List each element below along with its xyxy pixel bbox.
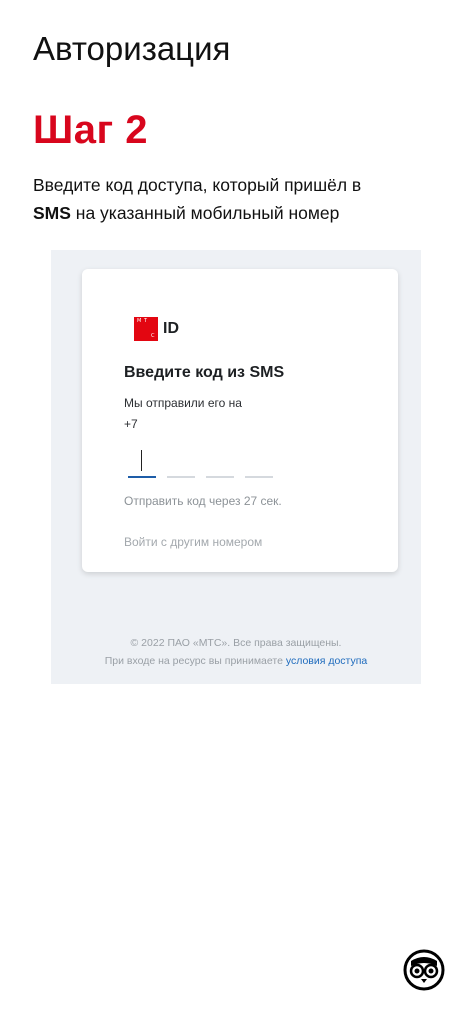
mts-letter-m: М	[137, 318, 142, 324]
code-digit-2[interactable]	[167, 444, 195, 478]
footer-terms-prefix: При входе на ресурс вы принимаете	[104, 655, 286, 667]
step-description-part2: на указанный мобильный номер	[70, 203, 340, 223]
sms-code-card: М Т С ID Введите код из SMS Мы отправили…	[82, 269, 398, 572]
footer-copyright: © 2022 ПАО «МТС». Все права защищены.	[130, 637, 342, 649]
card-heading: Введите код из SMS	[124, 364, 285, 381]
terms-link[interactable]: условия доступа	[286, 655, 367, 667]
step-description: Введите код доступа, который пришёл в SM…	[33, 171, 453, 227]
mts-logo-icon: М Т С	[134, 317, 158, 341]
step-description-sms: SMS	[33, 203, 71, 223]
mts-id-logo: М Т С ID	[134, 317, 179, 341]
resend-timer: Отправить код через 27 сек.	[124, 494, 282, 508]
text-cursor	[141, 450, 142, 471]
card-subtitle: Мы отправили его на	[124, 396, 242, 410]
login-screenshot: М Т С ID Введите код из SMS Мы отправили…	[51, 250, 421, 684]
step-title: Шаг 2	[33, 108, 148, 152]
owl-icon	[403, 949, 445, 991]
code-digit-4[interactable]	[245, 444, 273, 478]
page-title: Авторизация	[33, 30, 231, 67]
phone-number: +7	[124, 417, 138, 431]
logo-id-text: ID	[163, 320, 179, 337]
code-digit-3[interactable]	[206, 444, 234, 478]
mts-letter-s: С	[151, 333, 155, 339]
step-description-part1: Введите код доступа, который пришёл в	[33, 175, 362, 195]
code-digit-1[interactable]	[128, 444, 156, 478]
footer-terms: При входе на ресурс вы принимаете услови…	[51, 655, 421, 667]
sms-code-input[interactable]	[128, 444, 273, 478]
other-number-link[interactable]: Войти с другим номером	[124, 535, 262, 549]
mts-letter-t: Т	[144, 318, 148, 324]
